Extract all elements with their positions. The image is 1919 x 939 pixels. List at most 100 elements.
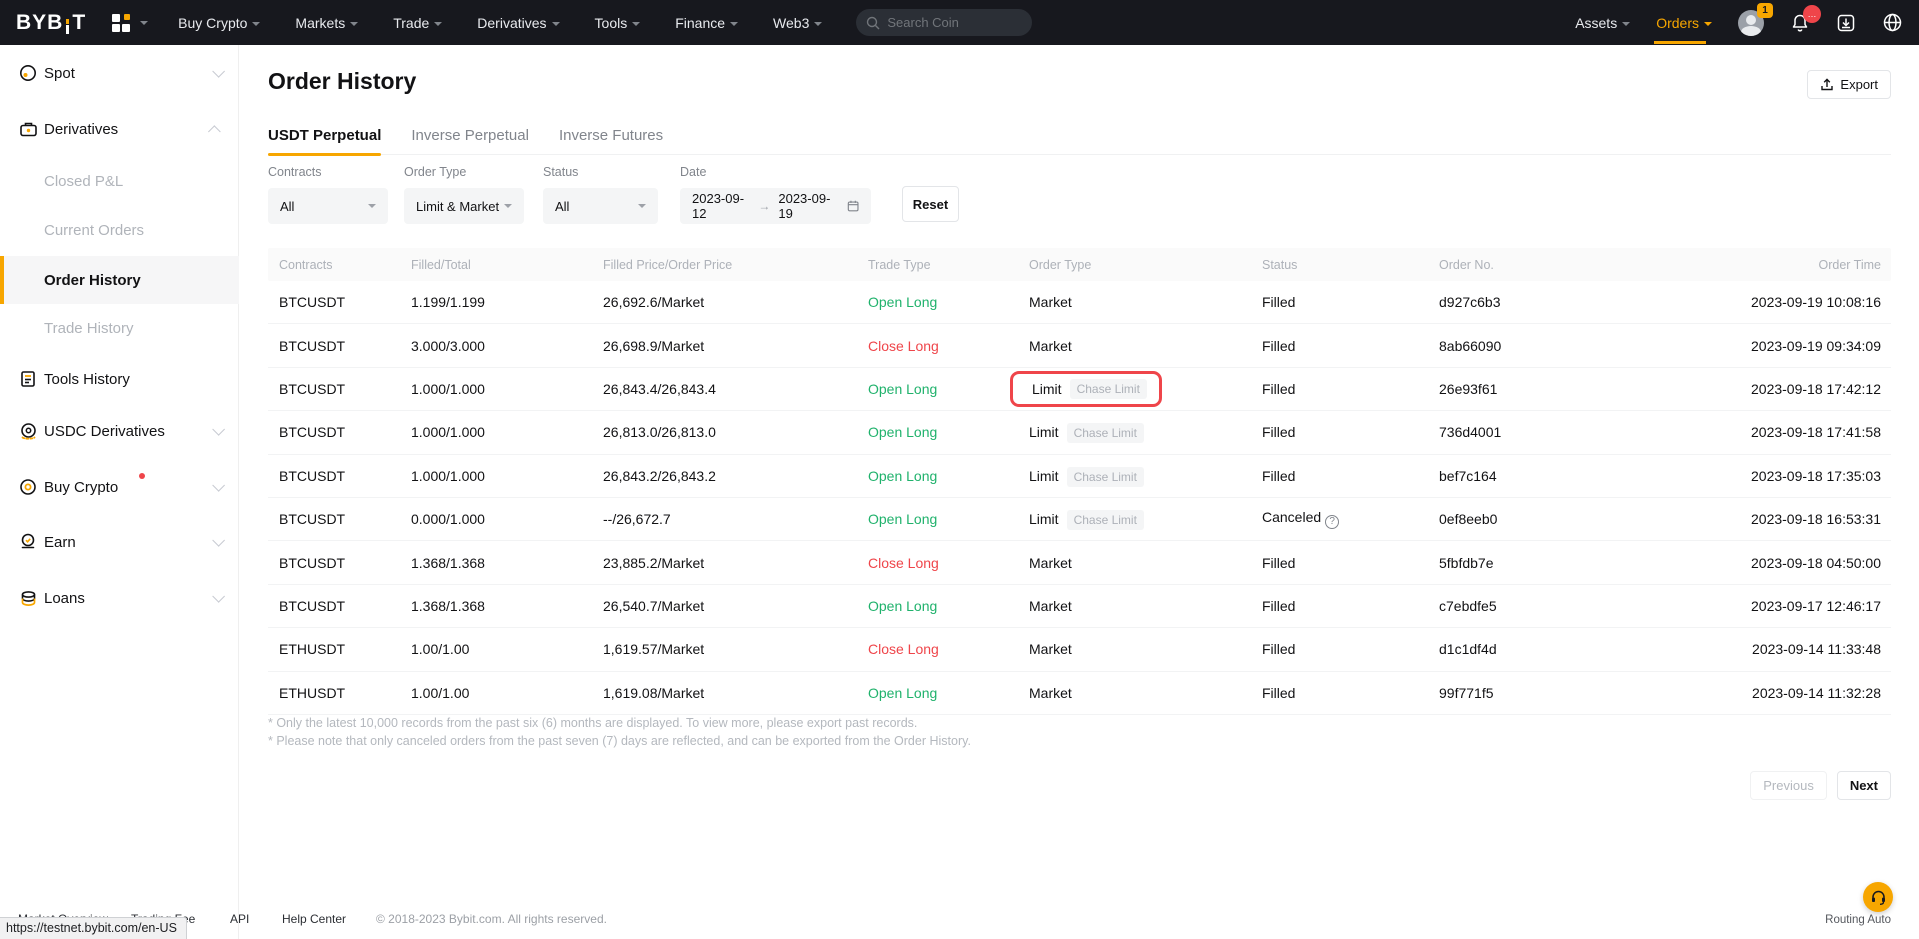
account-avatar[interactable]: 1 [1738,10,1764,36]
cell-contracts: BTCUSDT [268,338,411,354]
column-header: Filled/Total [411,258,603,272]
order-type-select[interactable]: Limit & Market [404,188,524,224]
status-label: Filled [1262,641,1295,657]
sidebar-item-spot[interactable]: Spot [0,51,239,95]
cell-contracts: BTCUSDT [268,468,411,484]
status-label: Filled [1262,685,1295,701]
cell-order-no: 8ab66090 [1439,338,1619,354]
cell-order-no: 5fbfdb7e [1439,555,1619,571]
nav-finance[interactable]: Finance [675,15,738,31]
table-header: ContractsFilled/TotalFilled Price/Order … [268,248,1891,281]
next-page-button[interactable]: Next [1837,771,1891,800]
cell-order-time: 2023-09-19 10:08:16 [1619,294,1891,310]
bybit-logo[interactable]: BYBT [16,11,86,35]
cell-order-no: 0ef8eeb0 [1439,511,1619,527]
chase-limit-tag: Chase Limit [1070,379,1147,399]
search-icon [866,16,880,30]
globe-icon [1882,12,1903,33]
cell-filled-total: 1.00/1.00 [411,685,603,701]
previous-page-button[interactable]: Previous [1750,771,1827,800]
nav-assets[interactable]: Assets [1575,15,1630,31]
chevron-down-icon [252,22,260,26]
sidebar-item-trade-history[interactable]: Trade History [0,306,239,350]
sidebar-item-closed-pnl[interactable]: Closed P&L [0,159,239,203]
cell-order-time: 2023-09-18 17:35:03 [1619,468,1891,484]
date-range-picker[interactable]: 2023-09-12 → 2023-09-19 [680,188,871,224]
buy-crypto-icon [17,476,39,498]
cell-filled-total: 1.199/1.199 [411,294,603,310]
table-row: BTCUSDT1.368/1.36823,885.2/MarketClose L… [268,541,1891,584]
cell-order-no: 99f771f5 [1439,685,1619,701]
contracts-select[interactable]: All [268,188,388,224]
earn-icon [17,531,39,553]
footer-help-center[interactable]: Help Center [282,912,346,926]
chase-limit-tag: Chase Limit [1067,467,1144,487]
order-type-label: Limit [1029,424,1059,440]
cell-trade-type: Open Long [868,424,1029,440]
cell-filled-price: 1,619.08/Market [603,685,868,701]
export-button[interactable]: Export [1807,70,1891,99]
notifications-button[interactable]: … [1790,13,1810,33]
cell-status: Filled [1262,338,1439,354]
nav-menus: Buy Crypto Markets Trade Derivatives Too… [178,15,822,31]
support-chat-button[interactable] [1863,882,1893,912]
cell-filled-price: 1,619.57/Market [603,641,868,657]
tab-usdt-perpetual[interactable]: USDT Perpetual [268,121,381,154]
coin-search-box[interactable] [856,9,1032,36]
status-select[interactable]: All [543,188,658,224]
cell-order-no: 26e93f61 [1439,381,1619,397]
search-input[interactable] [887,15,1017,30]
nav-markets[interactable]: Markets [295,15,358,31]
nav-tools[interactable]: Tools [595,15,641,31]
table-footnotes: * Only the latest 10,000 records from th… [268,716,971,752]
language-button[interactable] [1882,12,1903,33]
chase-limit-tag: Chase Limit [1067,423,1144,443]
cell-trade-type: Open Long [868,511,1029,527]
cell-trade-type: Close Long [868,641,1029,657]
sidebar-item-current-orders[interactable]: Current Orders [0,208,239,252]
cell-filled-price: 26,843.4/26,843.4 [603,381,868,397]
reset-button[interactable]: Reset [902,186,959,222]
nav-trade[interactable]: Trade [393,15,442,31]
nav-derivatives[interactable]: Derivatives [477,15,559,31]
download-app-button[interactable] [1836,13,1856,33]
order-type-label: Market [1029,598,1072,614]
footer-api[interactable]: API [230,912,249,926]
order-history-table: ContractsFilled/TotalFilled Price/Order … [268,248,1891,715]
cell-contracts: ETHUSDT [268,641,411,657]
sidebar-item-usdc-derivatives[interactable]: USDC Derivatives [0,409,239,453]
calendar-icon [847,199,859,213]
chevron-down-icon [504,204,512,208]
apps-grid-icon[interactable] [112,14,148,32]
cell-order-type: Limit Chase Limit [1029,424,1262,440]
cell-trade-type: Open Long [868,381,1029,397]
cell-filled-price: 26,692.6/Market [603,294,868,310]
order-type-label: Market [1029,338,1072,354]
cell-status: Canceled? [1262,509,1439,529]
table-row: BTCUSDT3.000/3.00026,698.9/MarketClose L… [268,324,1891,367]
tab-inverse-perpetual[interactable]: Inverse Perpetual [411,121,529,154]
sidebar-item-buy-crypto[interactable]: Buy Crypto [0,465,239,509]
nav-buy-crypto[interactable]: Buy Crypto [178,15,260,31]
notification-badge: … [1803,5,1821,23]
cell-order-type: LimitChase Limit [1029,371,1262,407]
sidebar-item-derivatives[interactable]: Derivatives [0,107,239,151]
table-row: BTCUSDT1.000/1.00026,843.2/26,843.2Open … [268,455,1891,498]
sidebar-item-loans[interactable]: Loans [0,576,239,620]
nav-orders[interactable]: Orders [1656,15,1712,31]
sidebar-item-tools-history[interactable]: Tools History [0,357,239,401]
status-label: Filled [1262,338,1295,354]
sidebar-item-earn[interactable]: Earn [0,520,239,564]
cell-order-time: 2023-09-18 04:50:00 [1619,555,1891,571]
sidebar-item-order-history[interactable]: Order History [0,256,239,304]
table-row: ETHUSDT1.00/1.001,619.57/MarketClose Lon… [268,628,1891,671]
spot-icon [17,62,39,84]
question-info-icon[interactable]: ? [1325,515,1339,529]
date-from: 2023-09-12 [692,191,750,221]
order-type-filter: Order Type Limit & Market [404,165,524,224]
status-filter: Status All [543,165,658,224]
export-icon [1820,78,1834,92]
nav-web3[interactable]: Web3 [773,15,822,31]
tab-inverse-futures[interactable]: Inverse Futures [559,121,663,154]
cell-status: Filled [1262,381,1439,397]
